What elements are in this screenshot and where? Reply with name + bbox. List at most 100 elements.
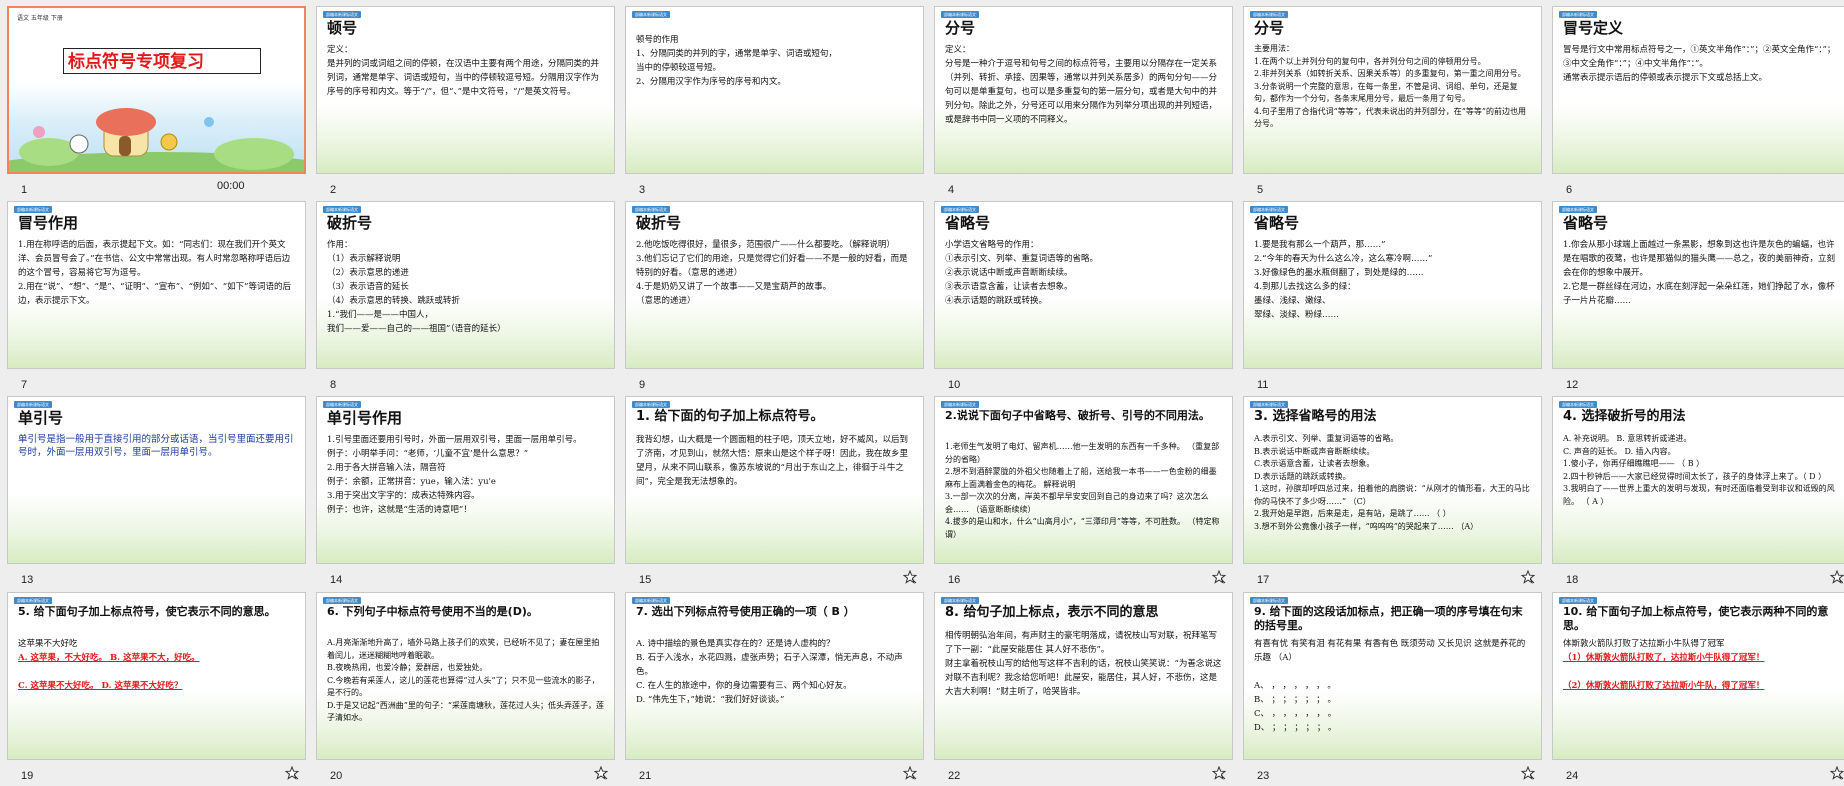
slide-number: 14 [330, 574, 343, 586]
animation-star-icon[interactable] [903, 570, 917, 584]
slide-thumbnail[interactable]: 部编本新课标语文 单引号 单引号是指一般用于直接引用的部分或话语，当引号里面还要用引… [7, 396, 306, 564]
slide-header-tag: 部编本新课标语文 [323, 11, 361, 18]
slide-title: 1. 给下面的句子加上标点符号。 [636, 409, 824, 424]
slide-title: 4. 选择破折号的用法 [1563, 409, 1686, 424]
slide-thumbnail[interactable]: 部编本新课标语文 破折号 2.他吃饭吃得很好，量很多，范围很广——什么都要吃。（解释… [625, 201, 924, 369]
slide-body-text: 相传明朝弘治年间，有声财主的豪宅明落成，请祝枝山写对联，祝拜笔写了下一副：“此屋… [945, 631, 1222, 697]
slide-thumbnail-cell[interactable]: 部编本新课标语文 8. 给句子加上标点，表示不同的意思 相传明朝弘治年间，有声财主的… [934, 592, 1235, 786]
slide-thumbnail[interactable]: 部编本新课标语文 10. 给下面句子加上标点符号，使它表示两种不同的意思。 体斯敦火… [1552, 592, 1844, 760]
slide-header-tag: 部编本新课标语文 [632, 597, 670, 604]
slide-thumbnail[interactable]: 部编本新课标语文 单引号作用 1.引号里面还要用引号时，外面一层用双引号，里面一层用… [316, 396, 615, 564]
slide-number: 3 [639, 184, 646, 196]
slide-header-tag: 部编本新课标语文 [323, 597, 361, 604]
slide-title: 冒号作用 [18, 214, 79, 232]
slide-number: 19 [21, 770, 34, 782]
slide-thumbnail[interactable]: 部编本新课标语文 分号 定义： 分号是一种介于逗号和句号之间的标点符号，主要用以分隔… [934, 6, 1233, 174]
slide-thumbnail[interactable]: 部编本新课标语文 8. 给句子加上标点，表示不同的意思 相传明朝弘治年间，有声财主的… [934, 592, 1233, 760]
slide-title: 单引号 [18, 409, 64, 427]
animation-star-icon[interactable] [1521, 766, 1535, 780]
slide-header-tag: 部编本新课标语文 [1250, 11, 1288, 18]
animation-star-icon[interactable] [903, 766, 917, 780]
slide-title: 顿号 [327, 19, 358, 37]
slide-timing: 00:00 [217, 180, 245, 192]
slide-thumbnail[interactable]: 部编本新课标语文 6. 下列句子中标点符号使用不当的是(D)。 A.月亮渐渐地升高了… [316, 592, 615, 760]
slide-title: 5. 给下面句子加上标点符号，使它表示不同的意思。 [18, 605, 276, 618]
slide-thumbnail-cell[interactable]: 部编本新课标语文 分号 定义： 分号是一种介于逗号和句号之间的标点符号，主要用以分隔… [934, 6, 1235, 200]
slide-number: 9 [639, 379, 646, 391]
slide-body-text: 体斯敦火箭队打败了达拉斯小牛队得了冠军 （1）休斯敦火箭队打败了，达拉斯小牛队得… [1563, 637, 1842, 693]
slide-thumbnail[interactable]: 部编本新课标语文 2.说说下面句子中省略号、破折号、引号的不同用法。 1.老师生气发… [934, 396, 1233, 564]
slide-body-text: 我背幻想，山大概是一个圆面粗的柱子吧，顶天立地，好不威风，以后到了济南，才见到山… [636, 435, 909, 487]
slide-thumbnail-cell[interactable]: 语文 五年级 下册 标点符号专项复习 1 00:00 [7, 6, 308, 200]
slide-thumbnail-cell[interactable]: 部编本新课标语文 7. 选出下列标点符号使用正确的一项（ B ） A. 诗中描绘的景… [625, 592, 926, 786]
slide-number: 12 [1566, 379, 1579, 391]
slide-thumbnail-cell[interactable]: 部编本新课标语文 顿号的作用 1、分隔同类的并列的字，通常是单字、词语或短句， 当… [625, 6, 926, 200]
slide-body-text: 定义： 分号是一种介于逗号和句号之间的标点符号，主要用以分隔存在一定关系（并列、… [945, 45, 1218, 125]
slide-body-text: 顿号的作用 1、分隔同类的并列的字，通常是单字、词语或短句， 当中的停顿较逗号短… [636, 35, 837, 87]
slide-thumbnail-cell[interactable]: 部编本新课标语文 3. 选择省略号的用法 A.表示引文、列举、重复词语等的省略。 B… [1243, 396, 1544, 590]
slide-thumbnail-cell[interactable]: 部编本新课标语文 破折号 2.他吃饭吃得很好，量很多，范围很广——什么都要吃。（解释… [625, 201, 926, 395]
slide-header-tag: 部编本新课标语文 [1559, 206, 1597, 213]
slide-thumbnail[interactable]: 部编本新课标语文 省略号 1.你会从那小球端上面越过一条黑影，想象到这也许是灰色的蝙… [1552, 201, 1844, 369]
animation-star-icon[interactable] [594, 766, 608, 780]
slide-title: 8. 给句子加上标点，表示不同的意思 [945, 605, 1159, 620]
slide-thumbnail-cell[interactable]: 部编本新课标语文 顿号定义： 是并列的词或词组之间的停顿，在汉语中主要有两个用途，… [316, 6, 617, 200]
animation-star-icon[interactable] [285, 766, 299, 780]
slide-title: 标点符号专项复习 [63, 48, 261, 74]
slide-thumbnail[interactable]: 部编本新课标语文 1. 给下面的句子加上标点符号。我背幻想，山大概是一个圆面粗的柱… [625, 396, 924, 564]
slide-thumbnail-cell[interactable]: 部编本新课标语文 省略号 1.你会从那小球端上面越过一条黑影，想象到这也许是灰色的蝙… [1552, 201, 1844, 395]
animation-star-icon[interactable] [1212, 766, 1226, 780]
slide-number: 18 [1566, 574, 1579, 586]
slide-thumbnail[interactable]: 部编本新课标语文 7. 选出下列标点符号使用正确的一项（ B ） A. 诗中描绘的景… [625, 592, 924, 760]
slide-header-tag: 部编本新课标语文 [632, 401, 670, 408]
slide-thumbnail-cell[interactable]: 部编本新课标语文 冒号作用 1.用在称呼语的后面，表示提起下文。如：“同志们：现在我… [7, 201, 308, 395]
slide-body-text: 定义： 是并列的词或词组之间的停顿，在汉语中主要有两个用途，分隔同类的并列词，通… [327, 45, 600, 97]
slide-number: 2 [330, 184, 337, 196]
slide-header-tag: 部编本新课标语文 [941, 11, 979, 18]
slide-thumbnail-cell[interactable]: 部编本新课标语文 10. 给下面句子加上标点符号，使它表示两种不同的意思。 体斯敦火… [1552, 592, 1844, 786]
slide-body-text: 2.他吃饭吃得很好，量很多，范围很广——什么都要吃。（解释说明） 3.他们忘记了… [636, 240, 908, 306]
slide-thumbnail-cell[interactable]: 部编本新课标语文 破折号 作用： （1）表示解释说明 （2）表示意思的递进 （3）表… [316, 201, 617, 395]
slide-body-text: 主要用法： 1.在两个以上并列分句的复句中，各并列分句之间的停顿用分号。 2.非… [1254, 44, 1526, 128]
slide-thumbnail[interactable]: 部编本新课标语文 9. 给下面的这段话加标点，把正确一项的序号填在句末的括号里。有… [1243, 592, 1542, 760]
animation-star-icon[interactable] [1830, 766, 1844, 780]
slide-thumbnail[interactable]: 部编本新课标语文 冒号作用 1.用在称呼语的后面，表示提起下文。如：“同志们：现在我… [7, 201, 306, 369]
slide-thumbnail-cell[interactable]: 部编本新课标语文 1. 给下面的句子加上标点符号。我背幻想，山大概是一个圆面粗的柱… [625, 396, 926, 590]
slide-thumbnail-cell[interactable]: 部编本新课标语文 冒号定义 冒号是行文中常用标点符号之一，①英文半角作“：”；②英文… [1552, 6, 1844, 200]
slide-thumbnail[interactable]: 部编本新课标语文 3. 选择省略号的用法 A.表示引文、列举、重复词语等的省略。 B… [1243, 396, 1542, 564]
slide-number: 1 [21, 184, 28, 196]
slide-thumbnail-cell[interactable]: 部编本新课标语文 6. 下列句子中标点符号使用不当的是(D)。 A.月亮渐渐地升高了… [316, 592, 617, 786]
slide-body-line: 这苹果不大好吃 [18, 639, 78, 649]
animation-star-icon[interactable] [1521, 570, 1535, 584]
slide-thumbnail-cell[interactable]: 部编本新课标语文 4. 选择破折号的用法 A. 补充说明。 B. 意思转折或递进。 … [1552, 396, 1844, 590]
slide-body-text: 冒号是行文中常用标点符号之一，①英文半角作“：”；②英文全角作“：”；③中文全角… [1563, 45, 1836, 83]
slide-thumbnail[interactable]: 部编本新课标语文 破折号 作用： （1）表示解释说明 （2）表示意思的递进 （3）表… [316, 201, 615, 369]
slide-thumbnail[interactable]: 部编本新课标语文 顿号定义： 是并列的词或词组之间的停顿，在汉语中主要有两个用途，… [316, 6, 615, 174]
slide-thumbnail-cell[interactable]: 部编本新课标语文 省略号 小学语文省略号的作用： ①表示引文、列举、重复词语等的省略… [934, 201, 1235, 395]
slide-thumbnail[interactable]: 部编本新课标语文 分号 主要用法： 1.在两个以上并列分句的复句中，各并列分句之间的… [1243, 6, 1542, 174]
slide-header-tag: 部编本新课标语文 [941, 401, 979, 408]
slide-header-tag: 部编本新课标语文 [14, 206, 52, 213]
slide-header-tag: 部编本新课标语文 [323, 206, 361, 213]
slide-body-text: A. 补充说明。 B. 意思转折或递进。 C. 声音的延长。 D. 插入内容。 … [1563, 434, 1835, 506]
slide-title: 单引号作用 [327, 409, 403, 427]
slide-thumbnail[interactable]: 部编本新课标语文 冒号定义 冒号是行文中常用标点符号之一，①英文半角作“：”；②英文… [1552, 6, 1844, 174]
slide-thumbnail-cell[interactable]: 部编本新课标语文 单引号作用 1.引号里面还要用引号时，外面一层用双引号，里面一层用… [316, 396, 617, 590]
slide-title: 2.说说下面句子中省略号、破折号、引号的不同用法。 [945, 409, 1210, 422]
slide-thumbnail-cell[interactable]: 部编本新课标语文 分号 主要用法： 1.在两个以上并列分句的复句中，各并列分句之间的… [1243, 6, 1544, 200]
slide-thumbnail[interactable]: 部编本新课标语文 4. 选择破折号的用法 A. 补充说明。 B. 意思转折或递进。 … [1552, 396, 1844, 564]
slide-body-line: （2）休斯敦火箭队打败了达拉斯小牛队，得了冠军！ [1563, 681, 1765, 691]
slide-thumbnail[interactable]: 部编本新课标语文 顿号的作用 1、分隔同类的并列的字，通常是单字、词语或短句， 当… [625, 6, 924, 174]
slide-body-text: 1.你会从那小球端上面越过一条黑影，想象到这也许是灰色的蝙蝠，也许是在唱歌的夜鹭… [1563, 240, 1836, 306]
slide-thumbnail-cell[interactable]: 部编本新课标语文 9. 给下面的这段话加标点，把正确一项的序号填在句末的括号里。有… [1243, 592, 1544, 786]
animation-star-icon[interactable] [1830, 570, 1844, 584]
slide-thumbnail-cell[interactable]: 部编本新课标语文 2.说说下面句子中省略号、破折号、引号的不同用法。 1.老师生气发… [934, 396, 1235, 590]
slide-thumbnail[interactable]: 语文 五年级 下册 标点符号专项复习 [7, 6, 306, 174]
slide-thumbnail-cell[interactable]: 部编本新课标语文 单引号 单引号是指一般用于直接引用的部分或话语，当引号里面还要用引… [7, 396, 308, 590]
slide-thumbnail[interactable]: 部编本新课标语文 5. 给下面句子加上标点符号，使它表示不同的意思。 这苹果不大好吃… [7, 592, 306, 760]
slide-thumbnail[interactable]: 部编本新课标语文 省略号 小学语文省略号的作用： ①表示引文、列举、重复词语等的省略… [934, 201, 1233, 369]
slide-thumbnail-cell[interactable]: 部编本新课标语文 省略号 1.要是我有那么一个葫芦，那……” 2.“今年的春天为什么… [1243, 201, 1544, 395]
slide-thumbnail[interactable]: 部编本新课标语文 省略号 1.要是我有那么一个葫芦，那……” 2.“今年的春天为什么… [1243, 201, 1542, 369]
slide-thumbnail-cell[interactable]: 部编本新课标语文 5. 给下面句子加上标点符号，使它表示不同的意思。 这苹果不大好吃… [7, 592, 308, 786]
animation-star-icon[interactable] [1212, 570, 1226, 584]
